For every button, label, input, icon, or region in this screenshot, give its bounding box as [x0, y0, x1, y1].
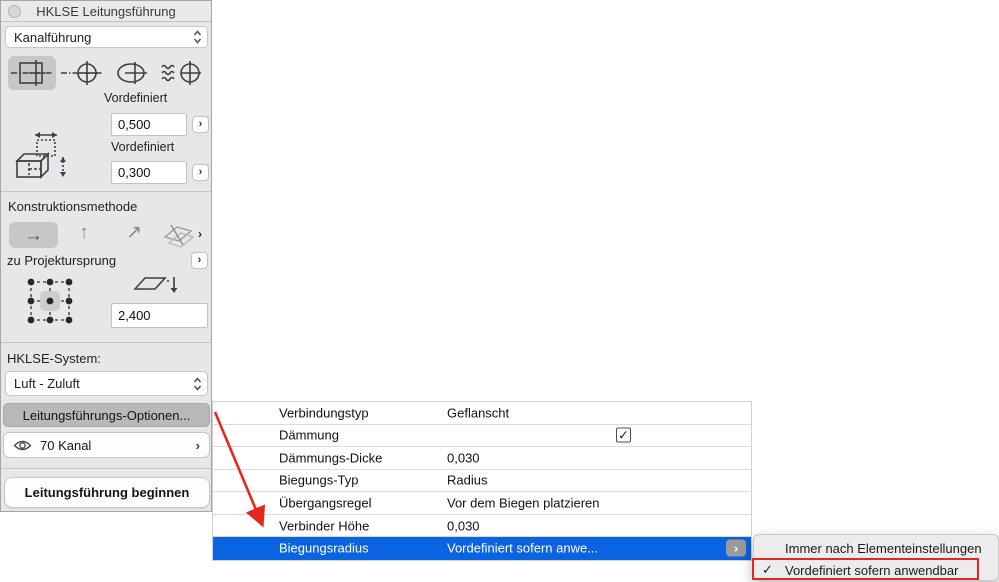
row-expand-button[interactable]: ›: [726, 539, 746, 557]
flexible-duct-icon: [161, 61, 201, 85]
property-label: Verbinder Höhe: [279, 518, 370, 534]
property-label: Verbindungstyp: [279, 405, 369, 421]
menu-checkmark-icon: ✓: [762, 562, 773, 577]
method-3d-button[interactable]: [161, 223, 195, 249]
table-row-biegungsradius[interactable]: Biegungsradius Vordefiniert sofern anwe.…: [213, 537, 751, 560]
system-label: HKLSE-System:: [7, 351, 101, 366]
table-row-biegungs-typ[interactable]: Biegungs-Typ Radius: [213, 470, 751, 493]
oval-duct-icon: [117, 62, 147, 84]
table-row-daemmungs-dicke[interactable]: Dämmungs-Dicke 0,030: [213, 447, 751, 470]
duct-width-field[interactable]: 0,500: [111, 113, 187, 136]
oval-duct-button[interactable]: [108, 56, 156, 90]
method-vertical-button[interactable]: ↑: [69, 223, 99, 243]
palette-titlebar[interactable]: HKLSE Leitungsführung: [1, 1, 211, 22]
height-predefined-label: Vordefiniert: [111, 140, 175, 154]
cross-section-cube-icon: [15, 132, 66, 179]
origin-label: zu Projektursprung: [7, 253, 117, 268]
routing-options-table: Verbindungstyp Geflanscht Dämmung ✓ Dämm…: [212, 401, 752, 561]
property-value: Geflanscht: [447, 405, 510, 421]
round-duct-button[interactable]: [58, 56, 106, 90]
method-slanted-button[interactable]: ↗: [119, 223, 149, 243]
menu-item-vordefiniert[interactable]: ✓ Vordefiniert sofern anwendbar: [754, 559, 998, 581]
property-label: Übergangsregel: [279, 495, 372, 511]
divider: [1, 342, 211, 343]
property-value: Vor dem Biegen platzieren: [447, 495, 600, 511]
construction-method-label: Konstruktionsmethode: [8, 199, 138, 214]
menu-item-elementeinstellungen[interactable]: Immer nach Elementeinstellungen: [754, 537, 998, 559]
round-duct-icon: [61, 61, 103, 85]
divider: [1, 191, 211, 192]
layer-chevron-icon: ›: [195, 437, 200, 453]
elevation-field[interactable]: 2,400: [111, 303, 208, 328]
start-routing-button[interactable]: Leitungsführung beginnen: [4, 477, 210, 508]
property-label: Biegungsradius: [279, 540, 369, 556]
property-label: Biegungs-Typ: [279, 472, 359, 488]
arrow-up-icon: ↑: [79, 222, 89, 243]
flexible-duct-button[interactable]: [158, 56, 206, 90]
method-more-chevron[interactable]: ›: [198, 227, 202, 241]
checkmark-icon: ✓: [618, 427, 629, 443]
layer-button[interactable]: 70 Kanal ›: [3, 432, 210, 458]
table-row-uebergangsregel[interactable]: Übergangsregel Vor dem Biegen platzieren: [213, 492, 751, 515]
palette-title: HKLSE Leitungsführung: [36, 4, 176, 19]
hklse-routing-palette: HKLSE Leitungsführung Kanalführung Vorde…: [0, 0, 212, 512]
element-type-value: Kanalführung: [14, 29, 92, 45]
rectangular-duct-button[interactable]: [8, 56, 56, 90]
property-value: Radius: [447, 472, 488, 488]
elevation-reference-icon: [133, 277, 178, 293]
origin-options-button[interactable]: ›: [191, 252, 208, 269]
anchor-point-grid[interactable]: [21, 272, 79, 330]
table-row-verbindungstyp[interactable]: Verbindungstyp Geflanscht: [213, 402, 751, 425]
system-dropdown[interactable]: Luft - Zuluft: [5, 371, 208, 396]
screenshot-stage: HKLSE Leitungsführung Kanalführung Vorde…: [0, 0, 999, 582]
height-options-button[interactable]: ›: [192, 164, 209, 181]
property-label: Dämmung: [279, 427, 339, 443]
property-value: 0,030: [447, 518, 480, 534]
table-row-daemmung[interactable]: Dämmung ✓: [213, 425, 751, 448]
duct-height-field[interactable]: 0,300: [111, 161, 187, 184]
method-horizontal-button[interactable]: →: [9, 222, 58, 248]
updown-stepper-icon: [193, 30, 202, 44]
arrow-diagonal-icon: ↗: [126, 222, 142, 243]
arrow-right-icon: →: [24, 224, 43, 246]
width-options-button[interactable]: ›: [192, 116, 209, 133]
system-value: Luft - Zuluft: [14, 376, 80, 391]
property-value: Vordefiniert sofern anwe...: [447, 540, 599, 556]
updown-stepper-icon: [193, 376, 202, 391]
width-predefined-label: Vordefiniert: [104, 91, 168, 105]
biegungsradius-context-menu: Immer nach Elementeinstellungen ✓ Vordef…: [752, 534, 999, 581]
eye-icon: [13, 440, 32, 450]
daemmung-checkbox[interactable]: ✓: [616, 427, 631, 443]
property-value: 0,030: [447, 450, 480, 466]
routing-options-button[interactable]: Leitungsführungs-Optionen...: [3, 403, 210, 427]
divider: [1, 468, 211, 469]
element-type-dropdown[interactable]: Kanalführung: [5, 26, 208, 48]
table-row-verbinder-hoehe[interactable]: Verbinder Höhe 0,030: [213, 515, 751, 538]
property-label: Dämmungs-Dicke: [279, 450, 383, 466]
duct-shape-buttons: [8, 56, 206, 90]
rectangular-duct-icon: [11, 60, 53, 86]
layer-label: 70 Kanal: [40, 437, 92, 453]
